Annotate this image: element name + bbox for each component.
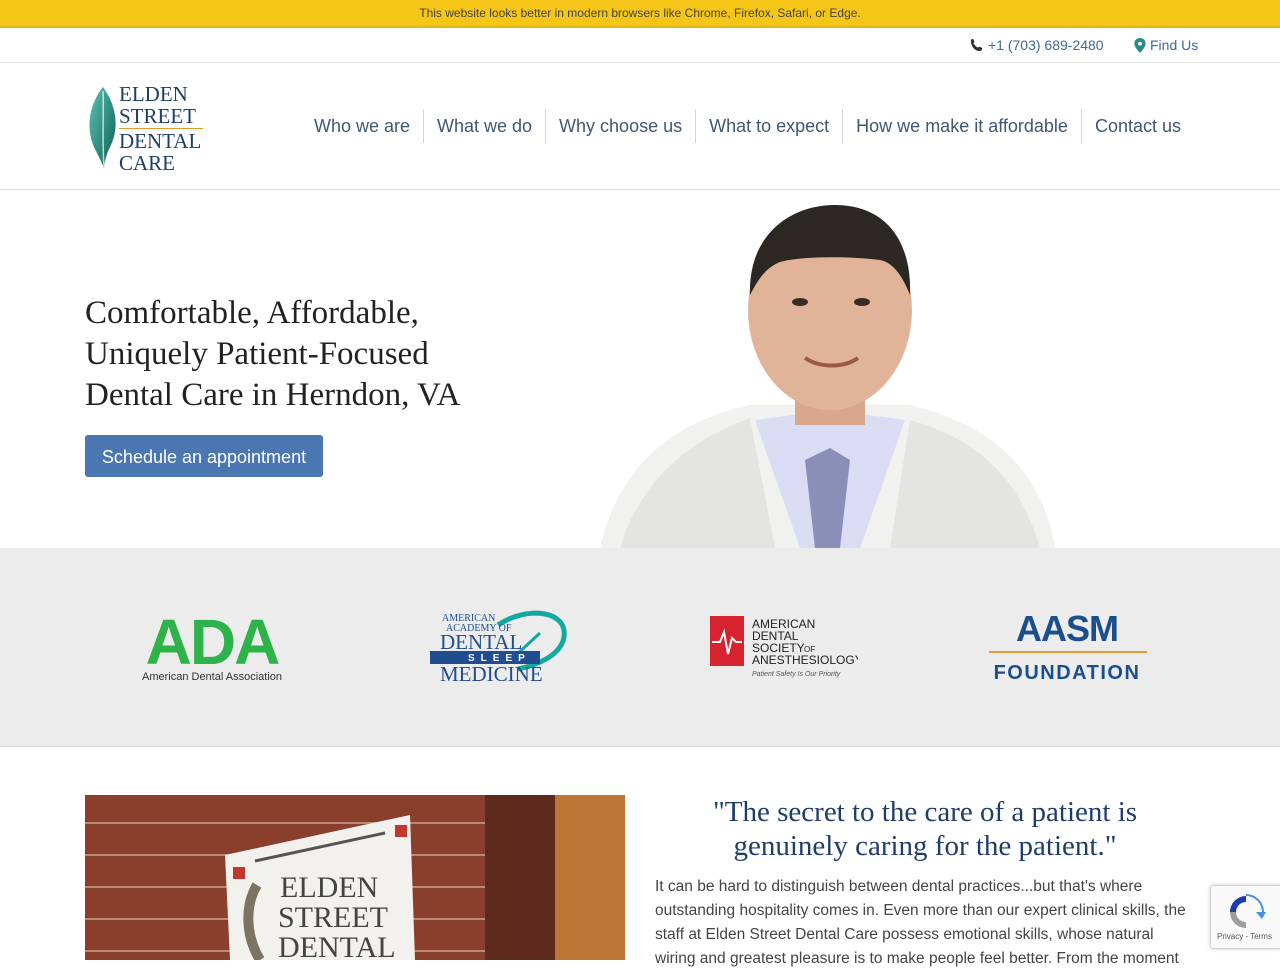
ada-name: American Dental Association: [142, 671, 282, 683]
find-us-link[interactable]: Find Us: [1134, 28, 1198, 62]
hero-section: Comfortable, Affordable, Uniquely Patien…: [0, 190, 1280, 548]
asda-tagline: Patient Safety Is Our Priority: [752, 671, 841, 678]
aadsm-line-5: MEDICINE: [440, 662, 543, 686]
main-nav: Who we are What we do Why choose us What…: [301, 109, 1194, 143]
aasm-foundation: FOUNDATION: [994, 662, 1141, 684]
phone-icon: [970, 38, 983, 52]
browser-warning-banner: This website looks better in modern brow…: [0, 0, 1280, 26]
asda-logo: AMERICAN DENTAL SOCIETY OF ANESTHESIOLOG…: [708, 548, 858, 746]
logo-line-1: ELDEN: [119, 82, 188, 106]
browser-warning-text: This website looks better in modern brow…: [419, 6, 861, 20]
site-header: ELDEN STREET DENTAL CARE Who we are What…: [0, 63, 1280, 190]
recaptcha-icon: [1230, 894, 1266, 928]
sign-line-3: DENTAL: [278, 931, 396, 960]
map-pin-icon: [1134, 37, 1146, 53]
phone-link[interactable]: +1 (703) 689-2480: [970, 28, 1104, 62]
office-sign-photo: ELDEN STREET DENTAL: [85, 795, 625, 960]
site-logo[interactable]: ELDEN STREET DENTAL CARE: [86, 83, 226, 174]
about-paragraph: It can be hard to distinguish between de…: [655, 878, 1186, 967]
nav-affordable[interactable]: How we make it affordable: [842, 109, 1081, 143]
about-section: ELDEN STREET DENTAL "The secret to the c…: [0, 747, 1280, 967]
ada-logo: ADA American Dental Association: [130, 548, 295, 746]
hero-headline-line-1: Comfortable, Affordable,: [85, 295, 419, 331]
asda-line-4: ANESTHESIOLOGY: [752, 653, 858, 667]
leaf-logo-icon: [89, 87, 116, 168]
hero-headline: Comfortable, Affordable, Uniquely Patien…: [85, 293, 545, 416]
aadsm-logo: AMERICAN ACADEMY OF DENTAL SLEEP MEDICIN…: [428, 548, 568, 746]
find-us-label: Find Us: [1150, 37, 1199, 53]
nav-who-we-are[interactable]: Who we are: [301, 109, 423, 143]
logo-line-4: CARE: [119, 151, 176, 175]
phone-number: +1 (703) 689-2480: [988, 37, 1104, 53]
aasm-mark: AASM: [1016, 608, 1118, 649]
aadsm-line-3: DENTAL: [440, 630, 522, 654]
nav-contact-us[interactable]: Contact us: [1080, 109, 1194, 143]
hero-headline-line-3: Dental Care in Herndon, VA: [85, 377, 461, 413]
schedule-appointment-button[interactable]: Schedule an appointment: [85, 435, 323, 477]
logo-wordmark: ELDEN STREET DENTAL CARE: [119, 83, 203, 174]
hero-headline-line-2: Uniquely Patient-Focused: [85, 336, 429, 372]
affiliations-strip: ADA American Dental Association AMERICAN…: [0, 548, 1280, 747]
about-quote: "The secret to the care of a patient is …: [712, 796, 1138, 862]
aasm-foundation-logo: AASM FOUNDATION: [985, 548, 1150, 746]
nav-why-choose-us[interactable]: Why choose us: [545, 109, 695, 143]
sign-line-1: ELDEN: [280, 871, 378, 904]
ada-mark: ADA: [146, 610, 279, 678]
sign-line-2: STREET: [278, 901, 388, 934]
logo-line-3: DENTAL: [119, 129, 202, 153]
logo-line-2: STREET: [119, 104, 196, 128]
nav-what-to-expect[interactable]: What to expect: [695, 109, 842, 143]
recaptcha-links[interactable]: Privacy - Terms: [1217, 932, 1272, 941]
recaptcha-badge[interactable]: Privacy - Terms: [1210, 885, 1280, 949]
nav-what-we-do[interactable]: What we do: [423, 109, 545, 143]
doctor-portrait: [600, 205, 1055, 548]
utility-bar: +1 (703) 689-2480 Find Us: [0, 28, 1280, 63]
